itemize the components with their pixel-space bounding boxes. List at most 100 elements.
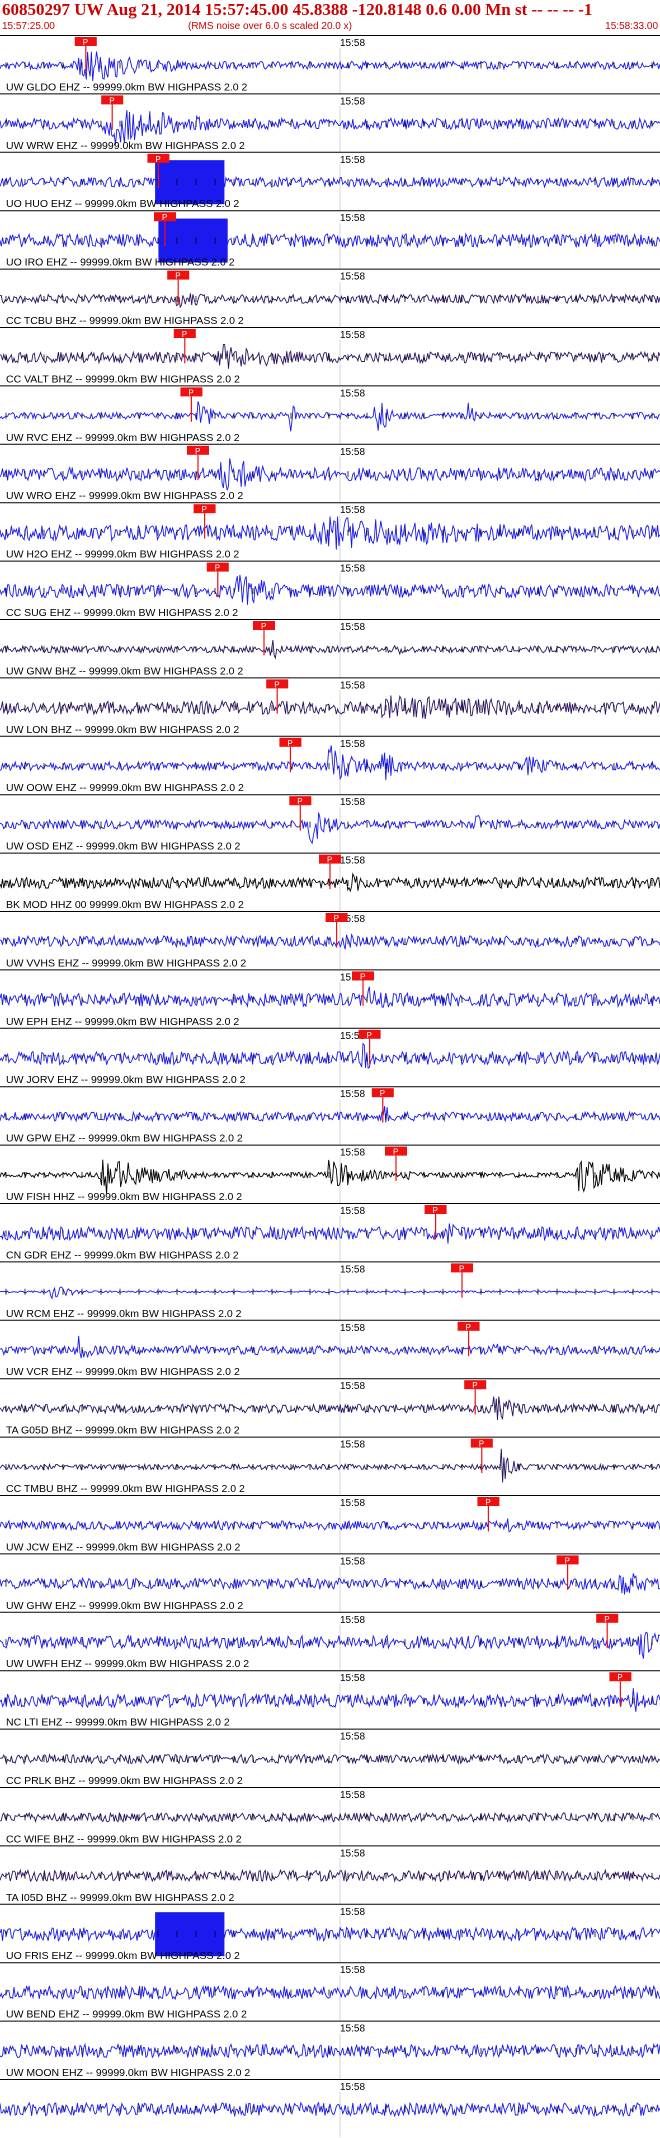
trace-panel: 15:58PUW EPH EHZ -- 99999.0km BW HIGHPAS… xyxy=(0,969,660,1028)
waveform-trace xyxy=(0,1984,660,2001)
time-tick-label: 15:58 xyxy=(340,1089,365,1100)
waveform-trace xyxy=(0,1335,660,1359)
station-label: UW BEND EHZ -- 99999.0km BW HIGHPASS 2.0… xyxy=(6,2009,247,2021)
waveform-trace xyxy=(0,574,660,605)
trace-panel: 15:58 P UW WRW EHZ -- 99999.0km BW HIGHPAS… xyxy=(0,93,660,152)
waveform-trace xyxy=(0,1868,660,1883)
trace-panel: 15:58 P UO HUO EHZ -- 99999.0km BW HIGHPAS… xyxy=(0,151,660,211)
time-tick-label: 15:58 xyxy=(340,1790,365,1801)
pick-label: P xyxy=(433,1206,438,1215)
trace-panel: 15:58 P UW GLDO EHZ -- 99999.0km BW HIGHPA… xyxy=(0,35,660,94)
waveform-trace xyxy=(0,640,660,660)
pick-label: P xyxy=(360,972,365,981)
waveform-trace xyxy=(0,1286,660,1300)
pick-label: P xyxy=(367,1031,372,1040)
end-time: 15:58:33.00 xyxy=(605,21,658,32)
pick-label: P xyxy=(175,272,180,281)
time-tick-label: 15:58 xyxy=(340,1440,365,1451)
station-label: UW FISH HHZ -- 99999.0km BW HIGHPASS 2.0… xyxy=(6,1191,242,1203)
time-tick-label: 15:58 xyxy=(340,797,365,808)
waveform-trace xyxy=(0,1159,660,1195)
station-label: BK MOD HHZ 00 99999.0km BW HIGHPASS 2.0 … xyxy=(6,899,244,911)
station-label: UW GNW BHZ -- 99999.0km BW HIGHPASS 2.0 … xyxy=(6,665,243,677)
station-label: TA G05D BHZ -- 99999.0km BW HIGHPASS 2.0… xyxy=(6,1425,240,1437)
station-label: NC LTI EHZ -- 99999.0km BW HIGHPASS 2.0 … xyxy=(6,1717,230,1729)
trace-panel: 15:58 P UW UWFH EHZ -- 99999.0km BW HIGHPA… xyxy=(0,1611,660,1671)
time-tick-label: 15:58 xyxy=(340,1264,365,1275)
trace-panel: 15:58 P BK MOD HHZ 00 99999.0km BW HIGHPAS… xyxy=(0,852,660,911)
station-label: CC WIFE BHZ -- 99999.0km BW HIGHPASS 2.0… xyxy=(6,1833,242,1845)
trace-panel: 15:58 P TA G05D BHZ -- 99999.0km BW HIGHPA… xyxy=(0,1378,660,1437)
pick-label: P xyxy=(109,96,114,105)
station-label: UW WRW EHZ -- 99999.0km BW HIGHPASS 2.0 … xyxy=(6,140,245,152)
trace-panel: 15:58 P UW LON BHZ -- 99999.0km BW HIGHPAS… xyxy=(0,677,660,736)
station-label: CC PRLK BHZ -- 99999.0km BW HIGHPASS 2.0… xyxy=(6,1775,243,1787)
trace-panel: 15:58 P UO IRO EHZ -- 99999.0km BW HIGHPAS… xyxy=(0,210,660,269)
pick-label: P xyxy=(83,38,88,47)
trace-panel: 15:58 xyxy=(0,2079,660,2138)
trace-panel: 15:58 TA I05D BHZ -- 99999.0km BW HIGHPAS… xyxy=(0,1845,660,1904)
time-tick-label: 15:58 xyxy=(340,213,365,224)
waveform-trace xyxy=(0,745,660,781)
waveform-trace xyxy=(0,986,660,1009)
pick-label: P xyxy=(479,1440,484,1449)
trace-panel: 15:58 P UW RCM EHZ -- 99999.0km BW HIGHPAS… xyxy=(0,1261,660,1320)
time-tick-label: 15:58 xyxy=(340,1732,365,1743)
trace-panel: 15:58 P CN GDR EHZ -- 99999.0km BW HIGHPAS… xyxy=(0,1203,660,1262)
station-label: UW OSD EHZ -- 99999.0km BW HIGHPASS 2.0 … xyxy=(6,841,241,853)
pick-label: P xyxy=(466,1323,471,1332)
trace-panel: 15:58 P UW JCW EHZ -- 99999.0km BW HIGHPAS… xyxy=(0,1495,660,1554)
station-label: UO IRO EHZ -- 99999.0km BW HIGHPASS 2.0 … xyxy=(6,257,235,269)
pick-label: P xyxy=(617,1673,622,1682)
trace-panel: 15:58 P UW GNW BHZ -- 99999.0km BW HIGHPAS… xyxy=(0,619,660,678)
trace-panel: 15:58 UW MOON EHZ -- 99999.0km BW HIGHPAS… xyxy=(0,2020,660,2079)
time-tick-label: 15:58 xyxy=(340,155,365,166)
station-label: CC TCBU BHZ -- 99999.0km BW HIGHPASS 2.0… xyxy=(6,315,244,327)
waveform-trace xyxy=(0,1926,660,1943)
waveform-trace xyxy=(0,694,660,719)
start-time: 15:57:25.00 xyxy=(2,21,55,32)
trace-panel: 15:58 P CC TCBU BHZ -- 99999.0km BW HIGHPA… xyxy=(0,268,660,327)
time-tick-label: 15:58 xyxy=(340,622,365,633)
pick-label: P xyxy=(604,1615,609,1624)
pick-label: P xyxy=(459,1264,464,1273)
waveform-trace xyxy=(0,1106,660,1123)
station-label: CC VALT BHZ -- 99999.0km BW HIGHPASS 2.0… xyxy=(6,373,240,385)
time-tick-label: 15:58 xyxy=(340,1323,365,1334)
trace-panel: 15:58PUW VVHS EHZ -- 99999.0km BW HIGHPA… xyxy=(0,911,660,970)
time-tick-label: 15:58 xyxy=(340,1206,365,1217)
waveform-trace xyxy=(0,1631,660,1659)
station-label: UW MOON EHZ -- 99999.0km BW HIGHPASS 2.0… xyxy=(6,2067,250,2079)
trace-panel: 15:58 P CC SUG EHZ -- 99999.0km BW HIGHPAS… xyxy=(0,560,660,619)
time-tick-label: 15:58 xyxy=(340,330,365,341)
trace-panel: 15:58 UW BEND EHZ -- 99999.0km BW HIGHPAS… xyxy=(0,1962,660,2021)
trace-panel: 15:58 P CC TMBU BHZ -- 99999.0km BW HIGHPA… xyxy=(0,1436,660,1495)
waveform-trace xyxy=(0,1688,660,1712)
trace-panel: 15:58 UO FRIS EHZ -- 99999.0km BW HIGHPAS… xyxy=(0,1903,660,1963)
station-label: TA I05D BHZ -- 99999.0km BW HIGHPASS 2.0… xyxy=(6,1892,235,1904)
station-label: UW EPH EHZ -- 99999.0km BW HIGHPASS 2.0 … xyxy=(6,1016,239,1028)
pick-label: P xyxy=(287,739,292,748)
station-label: UW GHW EHZ -- 99999.0km BW HIGHPASS 2.0 … xyxy=(6,1600,243,1612)
waveform-trace xyxy=(0,401,660,432)
station-label: UW GLDO EHZ -- 99999.0km BW HIGHPASS 2.0… xyxy=(6,81,248,93)
time-tick-label: 15:58 xyxy=(340,2082,365,2093)
time-tick-label: 15:58 xyxy=(340,96,365,107)
time-tick-label: 15:58 xyxy=(340,1907,365,1918)
station-label: UW VVHS EHZ -- 99999.0km BW HIGHPASS 2.0… xyxy=(6,957,246,969)
seismogram-plot: 15:58 P UW GLDO EHZ -- 99999.0km BW HIGHPA… xyxy=(0,35,660,2138)
time-tick-label: 15:58 xyxy=(340,1148,365,1159)
time-tick-label: 15:58 xyxy=(340,2024,365,2035)
trace-panel: 15:58 P NC LTI EHZ -- 99999.0km BW HIGHPAS… xyxy=(0,1670,660,1729)
waveform-trace xyxy=(0,1518,660,1533)
pick-label: P xyxy=(334,914,339,923)
pick-label: P xyxy=(297,797,302,806)
plot-header: 60850297 UW Aug 21, 2014 15:57:45.00 45.… xyxy=(0,0,660,36)
station-label: UW RVC EHZ -- 99999.0km BW HIGHPASS 2.0 … xyxy=(6,432,240,444)
time-tick-label: 15:58 xyxy=(340,1381,365,1392)
waveform-trace xyxy=(0,1811,660,1824)
station-label: UW WRO EHZ -- 99999.0km BW HIGHPASS 2.0 … xyxy=(6,490,243,502)
station-label: UW JCW EHZ -- 99999.0km BW HIGHPASS 2.0 … xyxy=(6,1541,241,1553)
trace-panel: 15:58 P UW OSD EHZ -- 99999.0km BW HIGHPAS… xyxy=(0,794,660,853)
pick-label: P xyxy=(202,505,207,514)
